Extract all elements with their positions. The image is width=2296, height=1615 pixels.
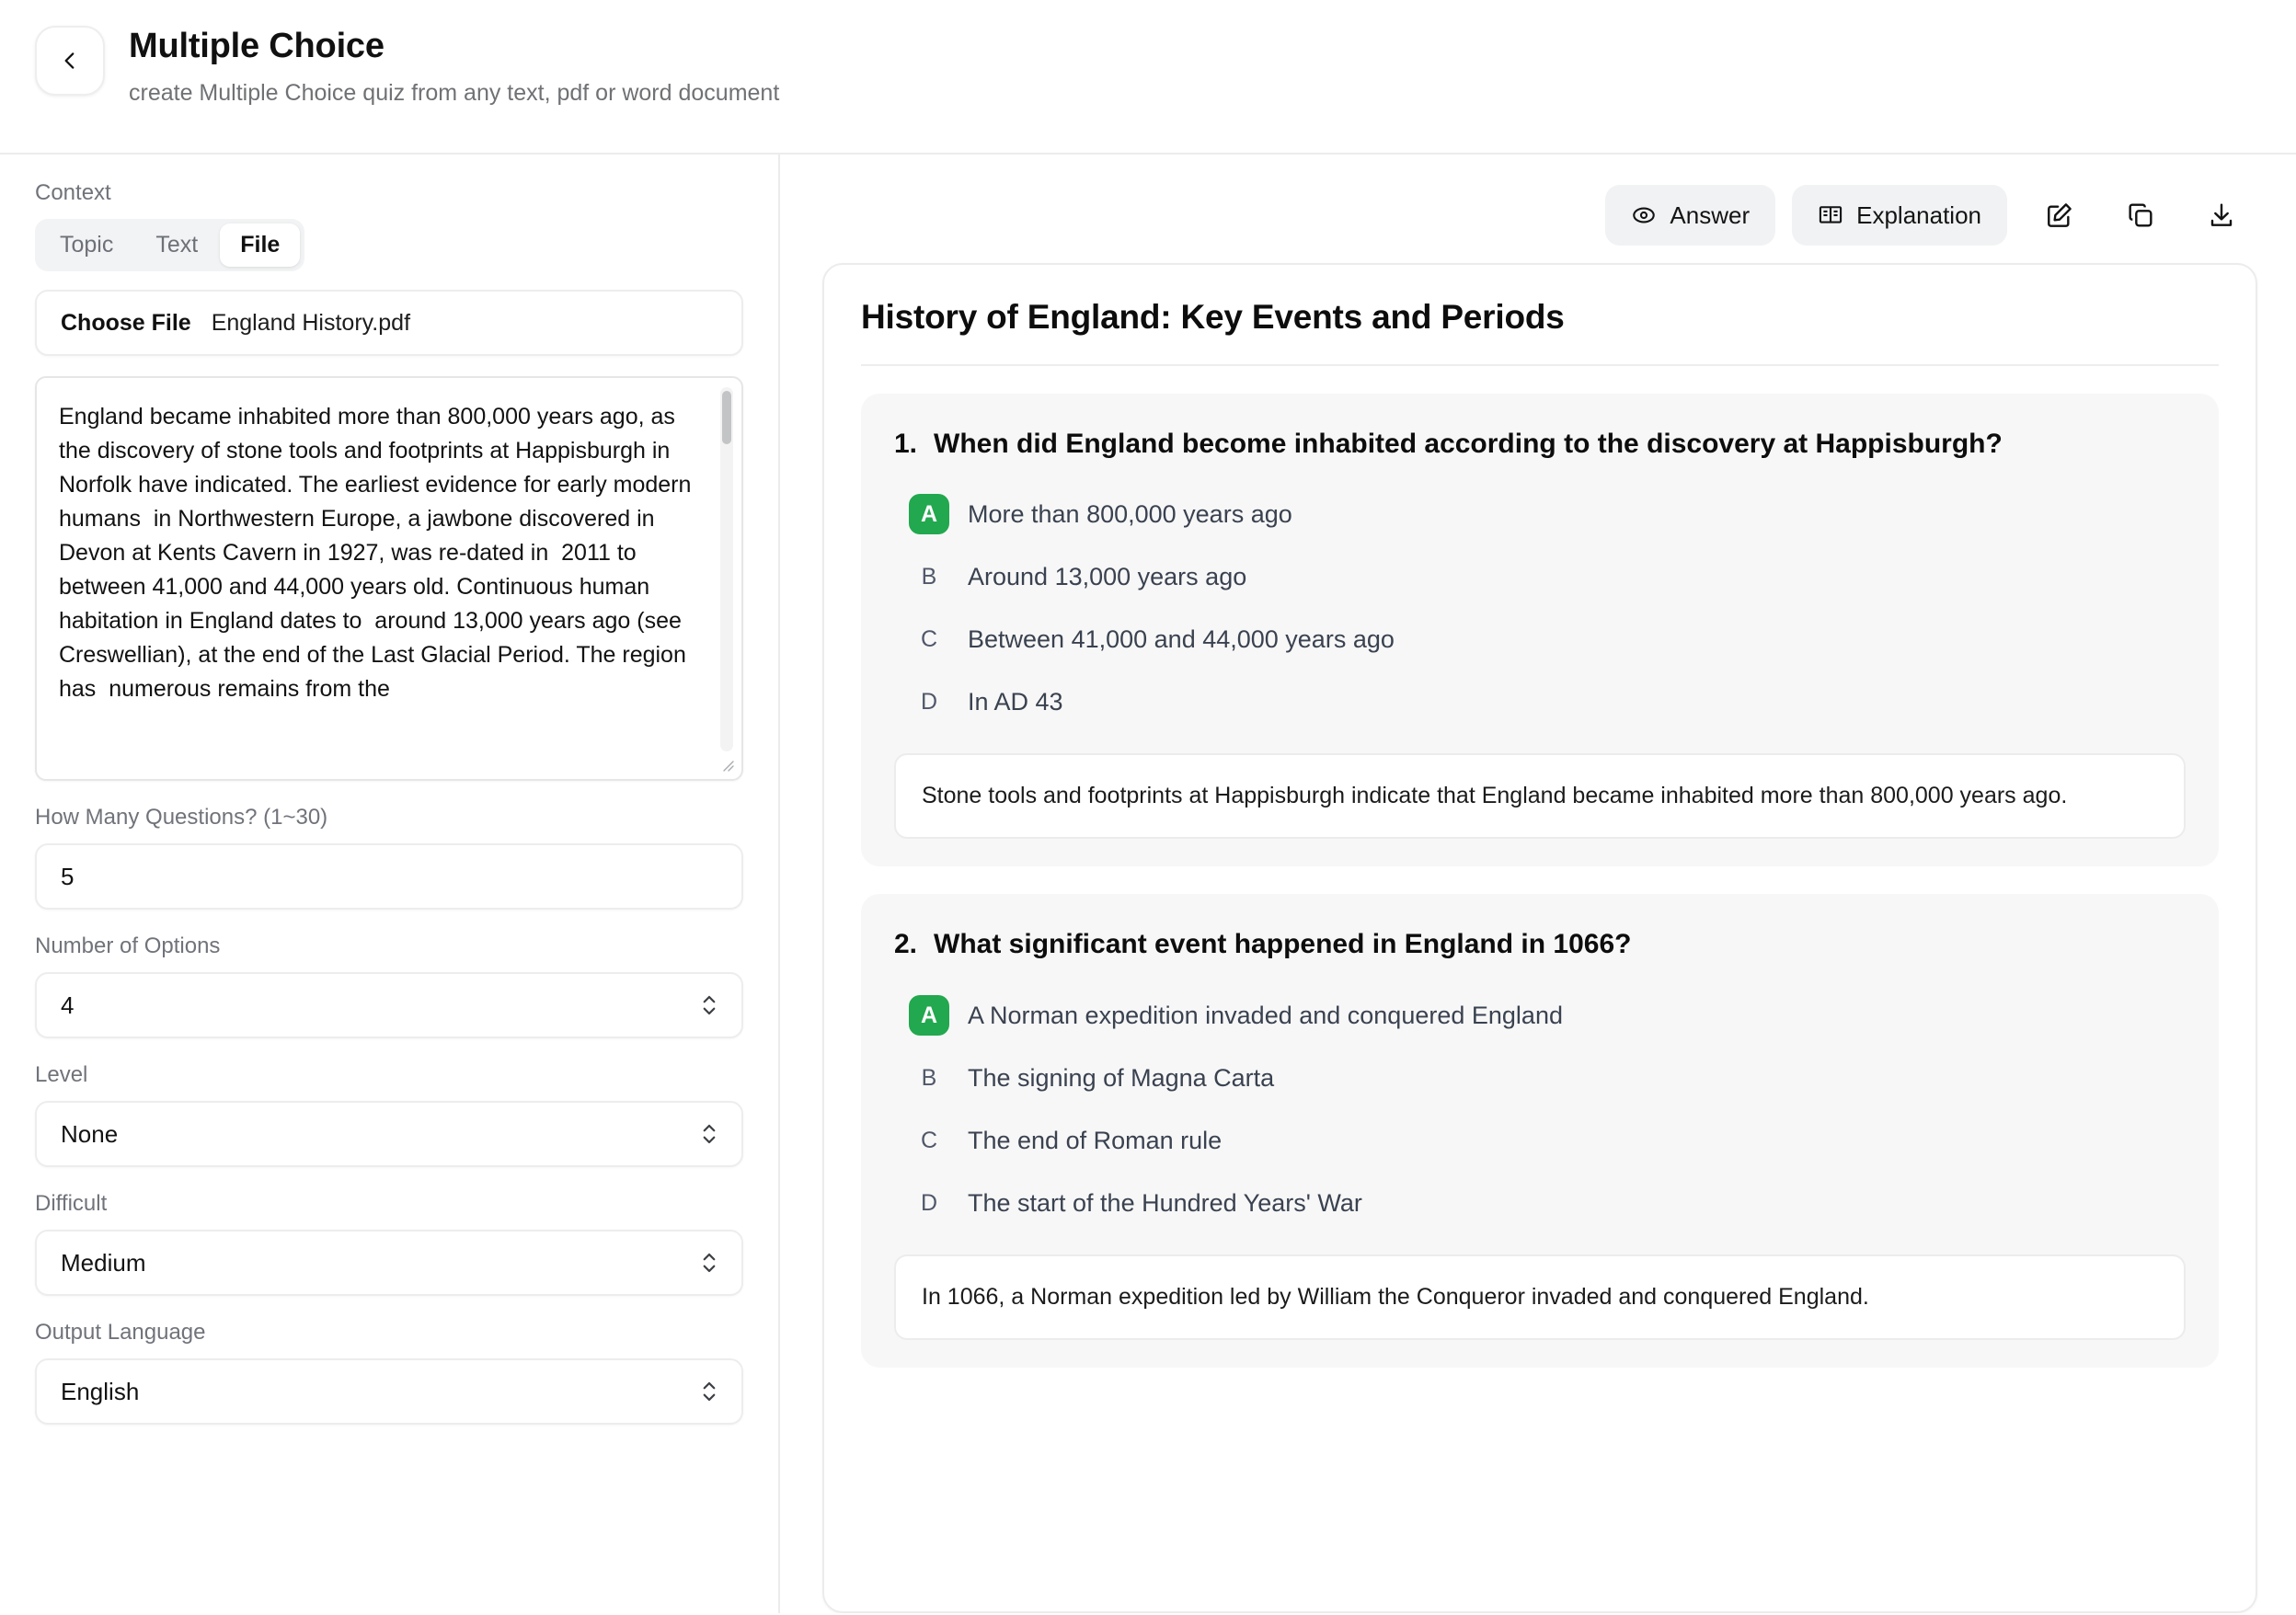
chevron-updown-icon[interactable]	[701, 1120, 718, 1148]
option-text: Between 41,000 and 44,000 years ago	[968, 625, 1395, 654]
option-text: The end of Roman rule	[968, 1126, 1223, 1154]
choose-file-button[interactable]: Choose File	[61, 310, 191, 337]
option-text: More than 800,000 years ago	[968, 500, 1292, 529]
option-key-badge: A	[909, 494, 949, 535]
option-text: The signing of Magna Carta	[968, 1063, 1275, 1092]
option-key-badge: A	[909, 994, 949, 1036]
eye-icon	[1631, 202, 1657, 228]
option-key-badge: D	[920, 1189, 938, 1216]
explanation-toggle-label: Explanation	[1856, 200, 1981, 229]
book-open-icon	[1818, 202, 1843, 228]
question-card: 2. What significant event happened in En…	[861, 894, 2219, 1368]
answer-toggle-button[interactable]: Answer	[1605, 185, 1776, 246]
download-button[interactable]	[2193, 187, 2250, 244]
level-field-group: Level None	[35, 1062, 743, 1167]
option-row[interactable]: D The start of the Hundred Years' War	[894, 1172, 2186, 1234]
option-row[interactable]: A More than 800,000 years ago	[894, 483, 2186, 545]
output-language-field-group: Output Language English	[35, 1320, 743, 1425]
question-heading: 1. When did England become inhabited acc…	[894, 425, 2186, 463]
number-of-options-field-group: Number of Options 4	[35, 933, 743, 1038]
option-list: A A Norman expedition invaded and conque…	[894, 984, 2186, 1234]
output-language-label: Output Language	[35, 1320, 206, 1345]
answer-toggle-label: Answer	[1670, 200, 1751, 229]
chevron-updown-icon[interactable]	[701, 991, 718, 1019]
quiz-toolbar: Answer Explanation	[822, 180, 2257, 250]
chevron-updown-icon[interactable]	[701, 1378, 718, 1405]
edit-button[interactable]	[2031, 187, 2088, 244]
settings-sidebar: Context Topic Text File Choose File Engl…	[0, 155, 780, 1613]
difficult-field-group: Difficult Medium	[35, 1191, 743, 1296]
main-content: Context Topic Text File Choose File Engl…	[0, 155, 2296, 1613]
difficult-select[interactable]: Medium	[35, 1230, 743, 1296]
chevron-left-icon	[58, 49, 82, 73]
copy-icon	[2126, 200, 2155, 230]
difficult-value: Medium	[61, 1248, 146, 1277]
option-row[interactable]: B Around 13,000 years ago	[894, 545, 2186, 608]
edit-pencil-square-icon	[2045, 200, 2074, 230]
option-row[interactable]: D In AD 43	[894, 670, 2186, 733]
question-text: When did England become inhabited accord…	[934, 429, 2003, 459]
context-label: Context	[35, 180, 111, 205]
quiz-title: History of England: Key Events and Perio…	[861, 298, 2219, 366]
option-list: A More than 800,000 years ago B Around 1…	[894, 483, 2186, 733]
question-number: 1.	[894, 429, 918, 459]
option-text: The start of the Hundred Years' War	[968, 1188, 1362, 1217]
context-field-group: Context Topic Text File Choose File Engl…	[35, 180, 743, 781]
output-language-select[interactable]: English	[35, 1358, 743, 1425]
option-row[interactable]: C The end of Roman rule	[894, 1109, 2186, 1172]
question-heading: 2. What significant event happened in En…	[894, 925, 2186, 963]
questions-count-label: How Many Questions? (1~30)	[35, 805, 328, 830]
option-key-badge: B	[921, 564, 937, 590]
level-value: None	[61, 1119, 119, 1148]
header-text-group: Multiple Choice create Multiple Choice q…	[129, 24, 779, 108]
file-picker[interactable]: Choose File England History.pdf	[35, 290, 743, 356]
selected-file-name: England History.pdf	[211, 309, 411, 336]
option-text: A Norman expedition invaded and conquere…	[968, 1001, 1563, 1029]
explanation-box: In 1066, a Norman expedition led by Will…	[894, 1254, 2186, 1340]
tab-topic[interactable]: Topic	[40, 223, 133, 267]
page-title: Multiple Choice	[129, 27, 385, 65]
download-icon	[2207, 200, 2236, 230]
explanation-box: Stone tools and footprints at Happisburg…	[894, 753, 2186, 840]
quiz-result-pane: Answer Explanation History of England: K…	[780, 155, 2296, 1613]
context-textarea[interactable]: England became inhabited more than 800,0…	[37, 378, 741, 706]
back-button[interactable]	[35, 26, 105, 96]
output-language-value: English	[61, 1377, 140, 1405]
question-text: What significant event happened in Engla…	[934, 929, 1632, 960]
copy-button[interactable]	[2112, 187, 2169, 244]
option-key-badge: B	[921, 1064, 937, 1091]
option-text: In AD 43	[968, 688, 1063, 716]
option-row[interactable]: B The signing of Magna Carta	[894, 1047, 2186, 1109]
questions-count-field-group: How Many Questions? (1~30) 5	[35, 805, 743, 910]
page-header: Multiple Choice create Multiple Choice q…	[0, 0, 2296, 155]
question-card: 1. When did England become inhabited acc…	[861, 394, 2219, 867]
option-text: Around 13,000 years ago	[968, 563, 1247, 591]
chevron-updown-icon[interactable]	[701, 1249, 718, 1277]
difficult-label: Difficult	[35, 1191, 108, 1216]
question-number: 2.	[894, 929, 918, 960]
option-key-badge: C	[920, 1127, 938, 1153]
option-key-badge: C	[920, 626, 938, 653]
context-textarea-wrapper: England became inhabited more than 800,0…	[35, 376, 743, 781]
page-subtitle: create Multiple Choice quiz from any tex…	[129, 79, 780, 106]
resize-handle-icon[interactable]	[720, 758, 735, 773]
context-tab-group: Topic Text File	[35, 219, 305, 271]
quiz-panel: History of England: Key Events and Perio…	[822, 263, 2257, 1613]
level-select[interactable]: None	[35, 1101, 743, 1167]
level-label: Level	[35, 1062, 88, 1087]
questions-count-input[interactable]: 5	[35, 843, 743, 910]
number-of-options-select[interactable]: 4	[35, 972, 743, 1038]
explanation-toggle-button[interactable]: Explanation	[1792, 185, 2007, 246]
tab-file[interactable]: File	[220, 223, 301, 267]
option-row[interactable]: C Between 41,000 and 44,000 years ago	[894, 608, 2186, 670]
option-row[interactable]: A A Norman expedition invaded and conque…	[894, 984, 2186, 1047]
number-of-options-value: 4	[61, 991, 75, 1019]
textarea-scrollbar-thumb[interactable]	[722, 391, 731, 444]
option-key-badge: D	[920, 689, 938, 716]
textarea-scrollbar[interactable]	[720, 387, 733, 751]
tab-text[interactable]: Text	[135, 223, 218, 267]
number-of-options-label: Number of Options	[35, 933, 221, 958]
